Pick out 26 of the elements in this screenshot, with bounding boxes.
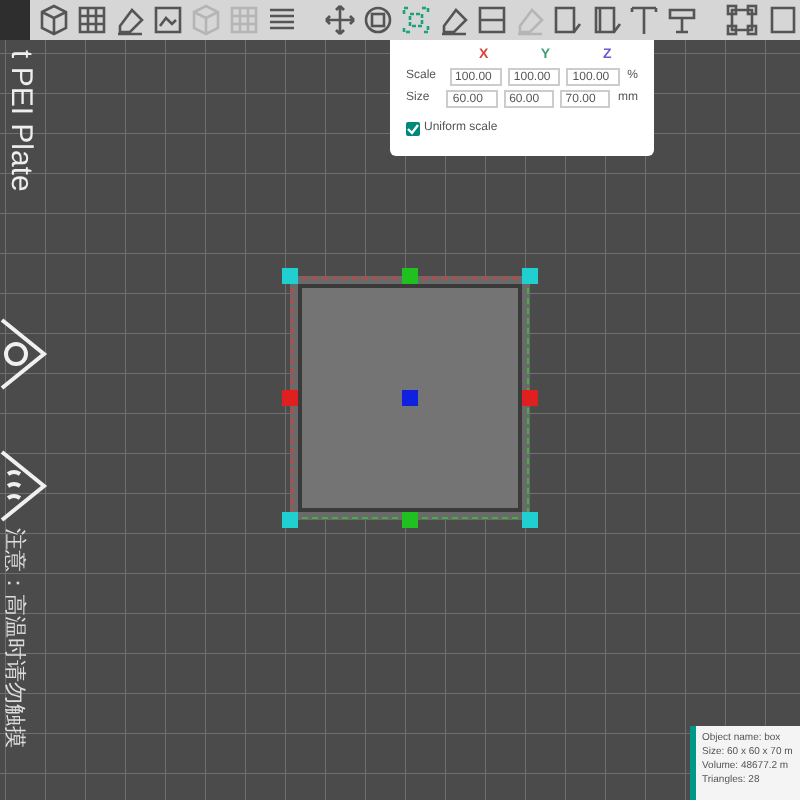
corner-handle[interactable] bbox=[282, 512, 298, 528]
corner-handle[interactable] bbox=[522, 512, 538, 528]
selected-box[interactable] bbox=[290, 276, 530, 520]
frame-icon[interactable] bbox=[724, 2, 760, 38]
edge-handle[interactable] bbox=[282, 390, 298, 406]
rotate-icon[interactable] bbox=[360, 2, 397, 38]
eraser-icon[interactable] bbox=[436, 2, 473, 38]
corner-handle[interactable] bbox=[282, 268, 298, 284]
image-icon[interactable] bbox=[150, 2, 186, 38]
warning-sign-icon bbox=[0, 318, 48, 390]
edge-handle[interactable] bbox=[402, 512, 418, 528]
sidebar-edge bbox=[0, 0, 30, 40]
warning-label: 注意：高温时请勿触摸 bbox=[2, 528, 26, 752]
grid-icon[interactable] bbox=[74, 2, 110, 38]
cube-icon[interactable] bbox=[36, 2, 72, 38]
move-icon[interactable] bbox=[322, 2, 359, 38]
hot-surface-icon bbox=[0, 450, 48, 522]
eraser-icon[interactable] bbox=[112, 2, 148, 38]
plate-label: t PEI Plate bbox=[4, 50, 36, 196]
cut-icon[interactable] bbox=[474, 2, 511, 38]
corner-handle[interactable] bbox=[522, 268, 538, 284]
text-icon[interactable] bbox=[626, 2, 663, 38]
checkbox[interactable] bbox=[406, 122, 420, 136]
center-handle[interactable] bbox=[402, 390, 418, 406]
edge-handle[interactable] bbox=[402, 268, 418, 284]
edge-handle[interactable] bbox=[522, 390, 538, 406]
